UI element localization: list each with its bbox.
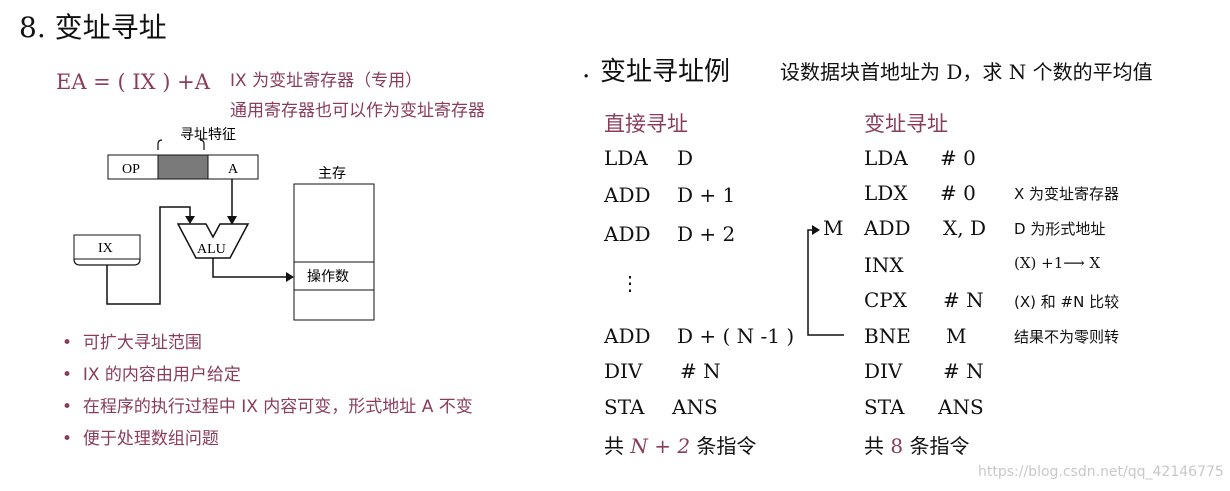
addressing-feature-field	[157, 154, 209, 180]
direct-line-op: LDA	[604, 146, 648, 170]
index-addressing-diagram: 寻址特征 OP A ALU IX 主存 操作数	[73, 127, 375, 321]
problem-statement: 设数据块首地址为 D，求 N 个数的平均值	[780, 60, 1153, 84]
loop-label-m: M	[823, 216, 844, 240]
direct-line-op: DIV	[604, 359, 643, 383]
direct-total-count: N + 2	[630, 434, 691, 458]
indexed-total-suffix: 条指令	[909, 434, 970, 458]
ix-label: IX	[98, 241, 113, 256]
general-register-note: 通用寄存器也可以作为变址寄存器	[230, 101, 485, 121]
direct-line-op: ADD	[604, 183, 651, 207]
direct-line-arg: D + ( N -1 )	[677, 324, 795, 348]
bullet-1: • 可扩大寻址范围	[62, 333, 202, 353]
ea-formula: EA = ( IX ) +A	[56, 70, 210, 94]
indexed-total-count: 8	[890, 434, 904, 458]
memory-label: 主存	[318, 166, 346, 182]
indexed-line-comment: 结果不为零则转	[1014, 328, 1120, 346]
indexed-line-arg: X, D	[943, 216, 986, 240]
indexed-total: 共 8 条指令	[864, 430, 969, 459]
bullet-2: • IX 的内容由用户给定	[62, 365, 241, 385]
bullet-1-text: 可扩大寻址范围	[82, 333, 202, 353]
indexed-line-arg: M	[946, 324, 967, 348]
indexed-line-op: INX	[864, 253, 904, 277]
direct-total-prefix: 共	[604, 434, 624, 458]
bullet-4: • 便于处理数组问题	[62, 429, 219, 449]
direct-line-op: ADD	[604, 324, 651, 348]
indexed-line-comment: (X) +1⟶ X	[1014, 254, 1101, 272]
indexed-line-comment: D 为形式地址	[1014, 220, 1106, 238]
alu-label: ALU	[197, 242, 226, 257]
a-label: A	[228, 162, 239, 177]
op-label: OP	[122, 162, 140, 177]
feature-label: 寻址特征	[180, 127, 236, 143]
direct-line-arg: ANS	[672, 395, 718, 419]
indexed-line-comment: (X) 和 #N 比较	[1014, 293, 1120, 311]
indexed-line-op: DIV	[864, 359, 903, 383]
page-title: 8. 变址寻址	[19, 11, 167, 44]
operand-label: 操作数	[307, 269, 349, 285]
direct-total: 共 N + 2 条指令	[604, 430, 756, 459]
indexed-line-arg: # N	[943, 288, 984, 312]
direct-header: 直接寻址	[604, 112, 688, 136]
watermark: https://blog.csdn.net/qq_42146775	[978, 464, 1224, 480]
bullet-4-text: 便于处理数组问题	[82, 429, 219, 449]
indexed-total-prefix: 共	[864, 434, 884, 458]
indexed-line-arg: ANS	[938, 395, 984, 419]
direct-line-arg: D + 1	[677, 183, 736, 207]
indexed-line-op: LDX	[864, 181, 908, 205]
indexed-line-op: CPX	[864, 288, 907, 312]
indexed-line-op: LDA	[864, 146, 908, 170]
indexed-header: 变址寻址	[864, 112, 948, 136]
indexed-line-op: STA	[864, 395, 905, 419]
direct-ellipsis: ⋮	[620, 271, 640, 295]
example-title: 变址寻址例	[600, 57, 731, 87]
indexed-line-op: BNE	[864, 324, 911, 348]
direct-line-op: STA	[604, 395, 645, 419]
direct-line-op: ADD	[604, 222, 651, 246]
direct-line-arg: D + 2	[677, 222, 736, 246]
direct-total-suffix: 条指令	[696, 434, 757, 458]
indexed-line-arg: # N	[943, 359, 984, 383]
indexed-line-op: ADD	[864, 216, 911, 240]
direct-line-arg: # N	[680, 359, 721, 383]
example-title-prefix: .	[582, 54, 591, 84]
indexed-line-arg: # 0	[940, 181, 976, 205]
indexed-line-comment: X 为变址寄存器	[1014, 185, 1120, 203]
ix-note: IX 为变址寄存器（专用）	[230, 71, 423, 91]
direct-line-arg: D	[677, 146, 694, 170]
bullet-2-text: IX 的内容由用户给定	[82, 365, 241, 385]
indexed-line-arg: # 0	[940, 146, 976, 170]
bullet-3: • 在程序的执行过程中 IX 内容可变，形式地址 A 不变	[62, 397, 473, 417]
main-memory	[293, 183, 375, 321]
bullet-3-text: 在程序的执行过程中 IX 内容可变，形式地址 A 不变	[82, 397, 473, 417]
